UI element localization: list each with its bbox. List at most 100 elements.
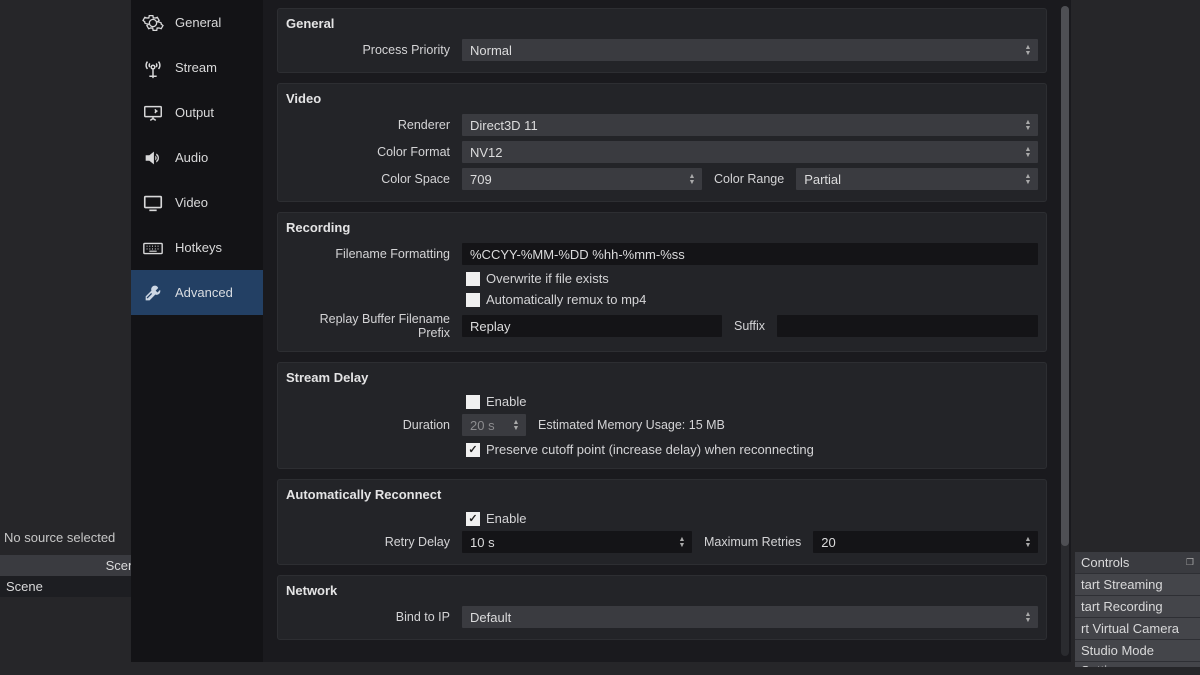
settings-sidebar: General Stream Output Audio Video [131, 0, 263, 662]
duration-spinbox[interactable]: 20 s ▲▼ [462, 414, 526, 436]
section-title: Recording [278, 213, 1046, 241]
controls-header: Controls ❐ [1075, 552, 1200, 573]
combo-value: 709 [470, 172, 492, 187]
section-recording: Recording Filename Formatting %CCYY-%MM-… [277, 212, 1047, 352]
start-streaming-button[interactable]: tart Streaming [1075, 573, 1200, 595]
settings-button-partial[interactable]: Settings [1075, 661, 1200, 667]
suffix-label: Suffix [728, 319, 771, 333]
settings-content: General Process Priority Normal ▲▼ Video… [263, 0, 1071, 662]
combo-value: Normal [470, 43, 512, 58]
output-icon [141, 101, 165, 125]
start-recording-button[interactable]: tart Recording [1075, 595, 1200, 617]
dropdown-caret-icon: ▲▼ [1022, 170, 1034, 188]
keyboard-icon [141, 236, 165, 260]
combo-value: Direct3D 11 [470, 118, 538, 133]
bind-ip-combo[interactable]: Default ▲▼ [462, 606, 1038, 628]
background-controls-panel: Controls ❐ tart Streaming tart Recording… [1075, 552, 1200, 667]
section-title: Stream Delay [278, 363, 1046, 391]
speaker-icon [141, 146, 165, 170]
studio-mode-button[interactable]: Studio Mode [1075, 639, 1200, 661]
spin-value: 20 [821, 535, 835, 550]
sidebar-item-hotkeys[interactable]: Hotkeys [131, 225, 263, 270]
max-retries-spinbox[interactable]: 20 ▲▼ [813, 531, 1038, 553]
stream-delay-enable-label: Enable [486, 394, 526, 409]
sidebar-item-general[interactable]: General [131, 0, 263, 45]
controls-header-label: Controls [1081, 555, 1129, 570]
spinner-icon: ▲▼ [510, 416, 522, 434]
sidebar-item-video[interactable]: Video [131, 180, 263, 225]
preserve-cutoff-checkbox[interactable]: ✓ [466, 443, 480, 457]
section-stream-delay: Stream Delay Enable Duration 20 s ▲▼ Est… [277, 362, 1047, 469]
dropdown-caret-icon: ▲▼ [1022, 41, 1034, 59]
spinner-icon: ▲▼ [676, 533, 688, 551]
combo-value: Default [470, 610, 511, 625]
filename-formatting-input[interactable]: %CCYY-%MM-%DD %hh-%mm-%ss [462, 243, 1038, 265]
retry-delay-spinbox[interactable]: 10 s ▲▼ [462, 531, 692, 553]
spin-value: 10 s [470, 535, 495, 550]
section-title: Video [278, 84, 1046, 112]
bind-ip-label: Bind to IP [286, 610, 456, 624]
color-range-combo[interactable]: Partial ▲▼ [796, 168, 1038, 190]
dropdown-caret-icon: ▲▼ [1022, 116, 1034, 134]
virtual-camera-button[interactable]: rt Virtual Camera [1075, 617, 1200, 639]
reconnect-enable-checkbox[interactable]: ✓ [466, 512, 480, 526]
dropdown-caret-icon: ▲▼ [1022, 143, 1034, 161]
color-space-combo[interactable]: 709 ▲▼ [462, 168, 702, 190]
estimated-memory-label: Estimated Memory Usage: 15 MB [532, 418, 731, 432]
tools-icon [141, 281, 165, 305]
combo-value: Partial [804, 172, 841, 187]
reconnect-enable-label: Enable [486, 511, 526, 526]
sidebar-item-advanced[interactable]: Advanced [131, 270, 263, 315]
remux-checkbox[interactable] [466, 293, 480, 307]
section-title: General [278, 9, 1046, 37]
settings-dialog: General Stream Output Audio Video [131, 0, 1071, 662]
sidebar-item-label: Video [175, 195, 208, 210]
section-general: General Process Priority Normal ▲▼ [277, 8, 1047, 73]
suffix-input[interactable] [777, 315, 1038, 337]
duration-label: Duration [286, 418, 456, 432]
color-space-label: Color Space [286, 172, 456, 186]
color-format-label: Color Format [286, 145, 456, 159]
overwrite-label: Overwrite if file exists [486, 271, 609, 286]
overwrite-checkbox[interactable] [466, 272, 480, 286]
preserve-cutoff-label: Preserve cutoff point (increase delay) w… [486, 442, 814, 457]
sidebar-item-label: Audio [175, 150, 208, 165]
input-value: %CCYY-%MM-%DD %hh-%mm-%ss [470, 247, 685, 262]
replay-prefix-input[interactable]: Replay [462, 315, 722, 337]
color-format-combo[interactable]: NV12 ▲▼ [462, 141, 1038, 163]
antenna-icon [141, 56, 165, 80]
renderer-combo[interactable]: Direct3D 11 ▲▼ [462, 114, 1038, 136]
remux-label: Automatically remux to mp4 [486, 292, 646, 307]
sidebar-item-label: Output [175, 105, 214, 120]
color-range-label: Color Range [708, 172, 790, 186]
sidebar-item-stream[interactable]: Stream [131, 45, 263, 90]
gear-icon [141, 11, 165, 35]
sidebar-item-audio[interactable]: Audio [131, 135, 263, 180]
sidebar-item-label: Hotkeys [175, 240, 222, 255]
sidebar-item-label: Stream [175, 60, 217, 75]
max-retries-label: Maximum Retries [698, 535, 807, 549]
process-priority-combo[interactable]: Normal ▲▼ [462, 39, 1038, 61]
spinner-icon: ▲▼ [1022, 533, 1034, 551]
section-auto-reconnect: Automatically Reconnect ✓ Enable Retry D… [277, 479, 1047, 565]
popout-icon: ❐ [1186, 557, 1194, 568]
stream-delay-enable-checkbox[interactable] [466, 395, 480, 409]
section-video: Video Renderer Direct3D 11 ▲▼ Color Form… [277, 83, 1047, 202]
monitor-icon [141, 191, 165, 215]
dropdown-caret-icon: ▲▼ [686, 170, 698, 188]
section-network: Network Bind to IP Default ▲▼ [277, 575, 1047, 640]
scrollbar-thumb[interactable] [1061, 6, 1069, 546]
process-priority-label: Process Priority [286, 43, 456, 57]
section-title: Automatically Reconnect [278, 480, 1046, 508]
sidebar-item-label: General [175, 15, 221, 30]
filename-formatting-label: Filename Formatting [286, 247, 456, 261]
retry-delay-label: Retry Delay [286, 535, 456, 549]
replay-prefix-label: Replay Buffer Filename Prefix [286, 312, 456, 340]
dropdown-caret-icon: ▲▼ [1022, 608, 1034, 626]
sidebar-item-output[interactable]: Output [131, 90, 263, 135]
spin-value: 20 s [470, 418, 495, 433]
sidebar-item-label: Advanced [175, 285, 233, 300]
renderer-label: Renderer [286, 118, 456, 132]
section-title: Network [278, 576, 1046, 604]
combo-value: NV12 [470, 145, 503, 160]
